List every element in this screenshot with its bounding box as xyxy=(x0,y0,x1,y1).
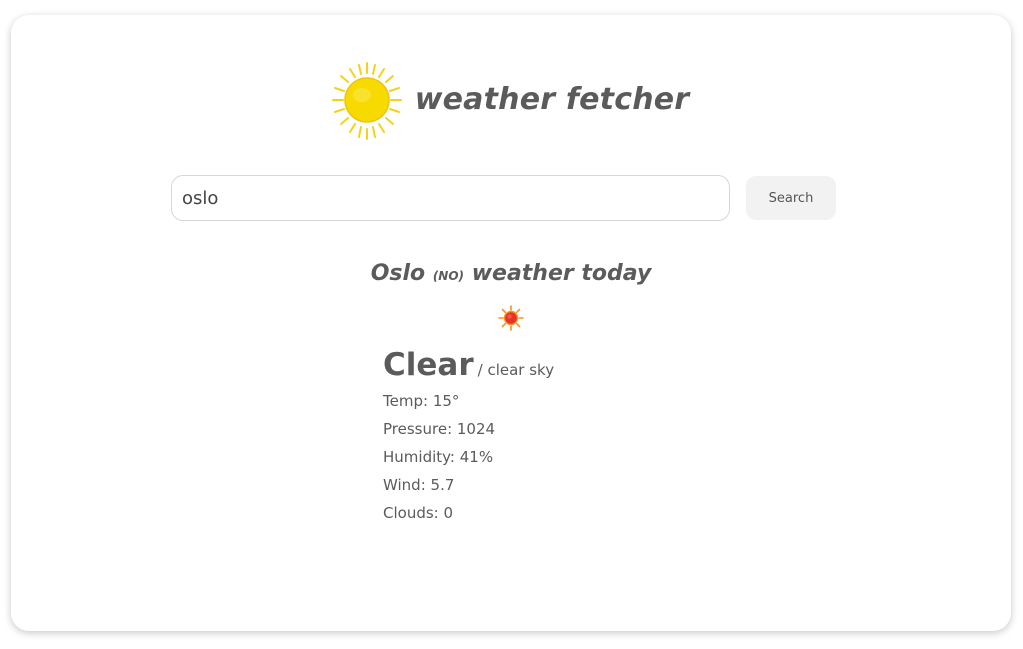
stat-clouds: Clouds: 0 xyxy=(383,504,454,522)
stat-value: 41% xyxy=(459,448,494,466)
stat-label: Clouds xyxy=(383,504,434,522)
sun-icon xyxy=(331,62,402,140)
condition-description: / clear sky xyxy=(478,361,554,379)
result-city: Oslo xyxy=(370,261,426,286)
stat-wind: Wind: 5.7 xyxy=(383,476,455,494)
app-title: weather fetcher xyxy=(414,81,690,117)
stat-label: Temp xyxy=(383,392,423,410)
stat-value: 5.7 xyxy=(430,476,455,494)
result-title: Oslo (NO) weather today xyxy=(11,261,1011,286)
search-input[interactable] xyxy=(171,175,730,221)
result-title-suffix: weather today xyxy=(471,261,652,286)
stat-value: 1024 xyxy=(456,420,496,438)
stat-label: Humidity xyxy=(383,448,450,466)
app-card: weather fetcher Search Oslo (NO) weather… xyxy=(11,15,1011,631)
condition-main: Clear xyxy=(383,347,474,383)
stat-temp: Temp: 15° xyxy=(383,392,460,410)
search-bar: Search xyxy=(171,175,836,221)
weather-details: Clear / clear sky Temp: 15° Pressure: 10… xyxy=(383,347,783,527)
result-country: (NO) xyxy=(432,269,465,283)
search-button[interactable]: Search xyxy=(746,176,836,220)
condition-separator: / xyxy=(477,361,483,379)
stat-humidity: Humidity: 41% xyxy=(383,448,494,466)
header: weather fetcher xyxy=(11,59,1011,143)
stat-pressure: Pressure: 1024 xyxy=(383,420,496,438)
condition-line: Clear / clear sky xyxy=(383,347,783,387)
stat-value: 0 xyxy=(443,504,454,522)
condition-description-text: clear sky xyxy=(487,361,555,379)
stat-label: Wind xyxy=(383,476,421,494)
clear-sky-sun-icon xyxy=(498,305,524,331)
stat-label: Pressure xyxy=(383,420,448,438)
stat-value: 15° xyxy=(432,392,460,410)
